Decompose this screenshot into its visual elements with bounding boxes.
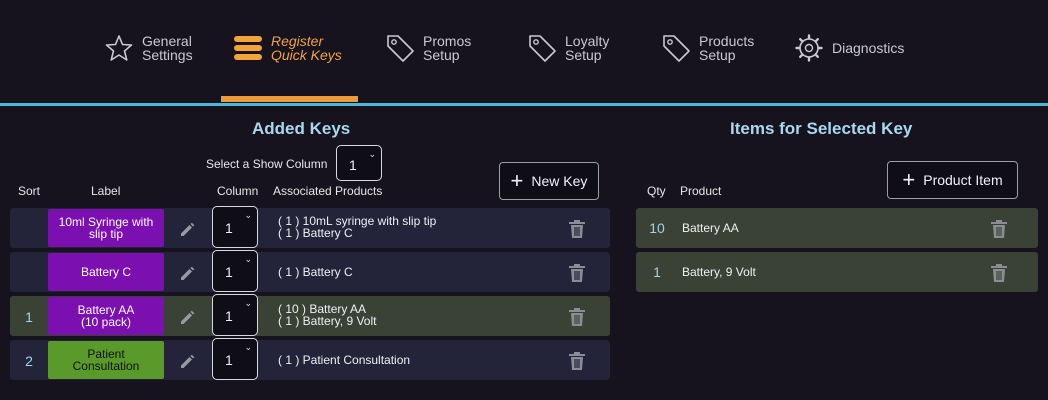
- product-name: Battery, 9 Volt: [682, 265, 756, 279]
- list-item[interactable]: 10 Battery AA: [636, 208, 1038, 248]
- show-column-value: 1: [349, 157, 357, 173]
- column-select[interactable]: 1 ⌄: [212, 294, 258, 336]
- nav-label: Register Quick Keys: [271, 33, 342, 63]
- tag-icon: [525, 31, 559, 65]
- product-header: Product: [680, 184, 722, 198]
- label-header: Label: [91, 184, 121, 198]
- list-item[interactable]: 1 Battery, 9 Volt: [636, 252, 1038, 292]
- pencil-icon[interactable]: [178, 264, 196, 282]
- associated-products: ( 1 ) 10mL syringe with slip tip ( 1 ) B…: [278, 214, 437, 240]
- column-select[interactable]: 1 ⌄: [212, 250, 258, 292]
- quick-key-chip[interactable]: Patient Consultation: [48, 341, 164, 379]
- show-column-label: Select a Show Column: [206, 157, 328, 171]
- nav-label: Loyalty Setup: [565, 33, 610, 63]
- new-key-button[interactable]: + New Key: [499, 162, 599, 200]
- trash-icon[interactable]: [568, 351, 586, 371]
- nav-promos-setup[interactable]: Promos Setup: [383, 30, 471, 66]
- menu-bars-icon: [231, 31, 265, 65]
- trash-icon[interactable]: [568, 219, 586, 239]
- add-product-item-button[interactable]: + Product Item: [887, 161, 1018, 199]
- plus-icon: +: [510, 168, 524, 193]
- nav-general-settings[interactable]: General Settings: [102, 30, 193, 66]
- trash-icon[interactable]: [990, 219, 1008, 239]
- pencil-icon[interactable]: [178, 308, 196, 326]
- product-name: Battery AA: [682, 221, 739, 235]
- sort-header: Sort: [18, 184, 41, 198]
- tag-icon: [383, 31, 417, 65]
- table-row[interactable]: 10ml Syringe with slip tip 1 ⌄ ( 1 ) 10m…: [10, 206, 610, 248]
- nav-label: Diagnostics: [832, 40, 905, 56]
- product-item-label: Product Item: [923, 172, 1003, 188]
- associated-products: ( 1 ) Patient Consultation: [278, 353, 411, 367]
- trash-icon[interactable]: [568, 263, 586, 283]
- added-keys-title: Added Keys: [252, 119, 351, 138]
- column-select[interactable]: 1 ⌄: [212, 206, 258, 248]
- sort-value: 1: [25, 309, 33, 325]
- nav-label: Promos Setup: [423, 33, 472, 63]
- new-key-label: New Key: [531, 173, 588, 189]
- column-value: 1: [225, 352, 233, 368]
- trash-icon[interactable]: [568, 307, 586, 327]
- quick-key-chip[interactable]: 10ml Syringe with slip tip: [48, 209, 164, 247]
- plus-icon: +: [902, 167, 916, 192]
- nav-products-setup[interactable]: Products Setup: [659, 30, 754, 66]
- trash-icon[interactable]: [990, 263, 1008, 283]
- pencil-icon[interactable]: [178, 220, 196, 238]
- associated-products-header: Associated Products: [273, 184, 383, 198]
- tag-icon: [659, 31, 693, 65]
- table-row[interactable]: Battery C 1 ⌄ ( 1 ) Battery C: [10, 250, 610, 292]
- table-row[interactable]: 2 Patient Consultation 1 ⌄ ( 1 ) Patient…: [10, 338, 610, 380]
- associated-products: ( 1 ) Battery C: [278, 265, 353, 279]
- star-icon: [102, 31, 136, 65]
- nav-divider: [0, 103, 1048, 106]
- nav-register-quick-keys[interactable]: Register Quick Keys: [231, 30, 342, 66]
- quick-key-chip[interactable]: Battery C: [48, 253, 164, 291]
- nav-diagnostics[interactable]: Diagnostics: [792, 30, 904, 66]
- chevron-down-icon: ⌄: [244, 254, 252, 264]
- column-value: 1: [225, 264, 233, 280]
- active-tab-indicator: [221, 96, 358, 102]
- items-title: Items for Selected Key: [730, 119, 913, 138]
- top-nav: General Settings Register Quick Keys Pro…: [0, 0, 1048, 106]
- qty-header: Qty: [647, 184, 666, 198]
- sort-value: 2: [25, 353, 33, 369]
- column-header: Column: [217, 184, 259, 198]
- show-column-select[interactable]: 1 ⌄: [336, 145, 382, 181]
- column-value: 1: [225, 308, 233, 324]
- nav-loyalty-setup[interactable]: Loyalty Setup: [525, 30, 609, 66]
- chevron-down-icon: ⌄: [368, 149, 376, 159]
- associated-products: ( 10 ) Battery AA ( 1 ) Battery, 9 Volt: [278, 302, 377, 328]
- chevron-down-icon: ⌄: [244, 298, 252, 308]
- qty-value: 1: [653, 264, 661, 280]
- chevron-down-icon: ⌄: [244, 342, 252, 352]
- table-row[interactable]: 1 Battery AA (10 pack) 1 ⌄ ( 10 ) Batter…: [10, 294, 610, 336]
- nav-label: Products Setup: [699, 33, 755, 63]
- column-value: 1: [225, 220, 233, 236]
- qty-value: 10: [649, 220, 665, 236]
- pencil-icon[interactable]: [178, 352, 196, 370]
- quick-key-chip[interactable]: Battery AA (10 pack): [48, 297, 164, 335]
- gear-icon: [792, 31, 826, 65]
- nav-label: General Settings: [142, 33, 193, 63]
- column-select[interactable]: 1 ⌄: [212, 338, 258, 380]
- chevron-down-icon: ⌄: [244, 210, 252, 220]
